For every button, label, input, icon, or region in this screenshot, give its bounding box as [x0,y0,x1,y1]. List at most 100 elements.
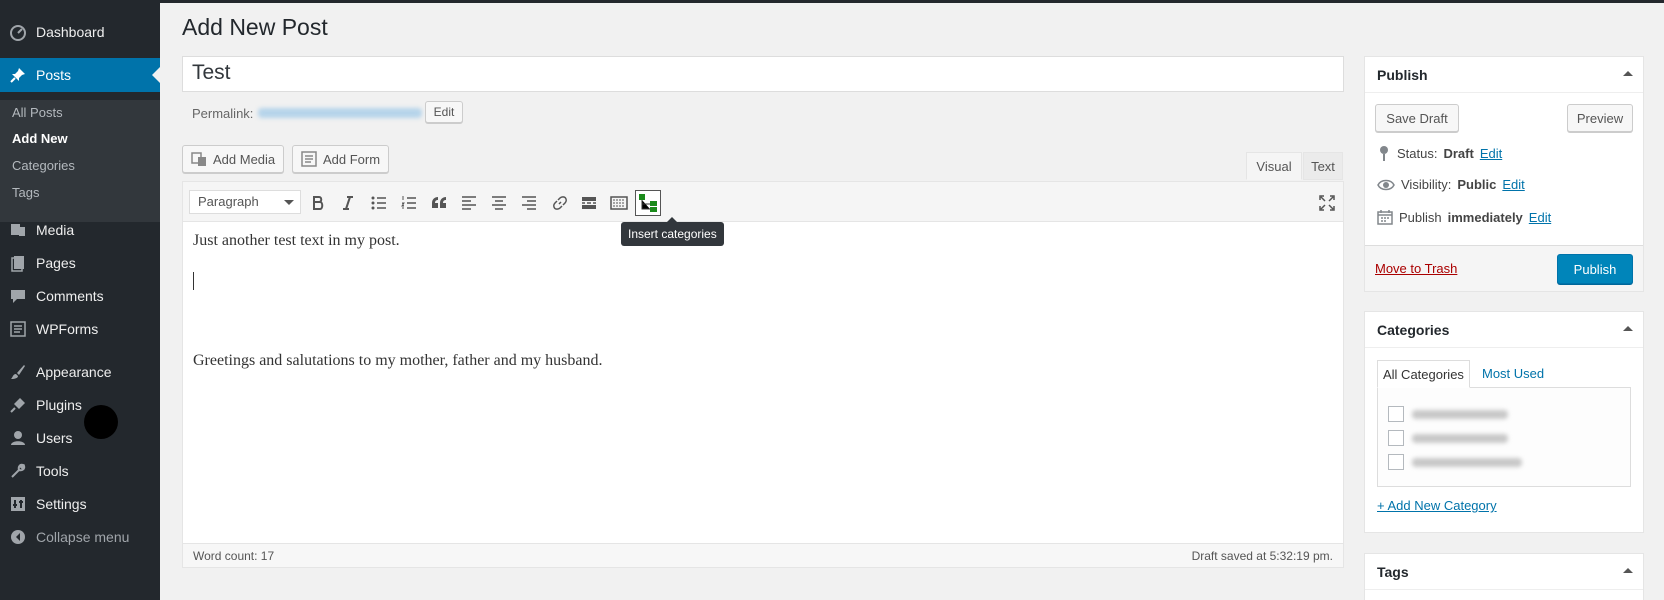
categories-box-header[interactable]: Categories [1365,312,1643,348]
collapse-arrow-icon[interactable] [1623,568,1633,573]
tab-visual[interactable]: Visual [1246,152,1302,180]
visibility-label: Visibility: [1401,177,1452,192]
sidebar-item-appearance[interactable]: Appearance [0,355,160,389]
submenu-categories[interactable]: Categories [12,158,75,173]
category-checkbox[interactable] [1388,406,1404,422]
publish-time-edit-link[interactable]: Edit [1529,210,1551,225]
collapse-icon [0,528,36,546]
preview-button[interactable]: Preview [1567,104,1633,132]
blockquote-button[interactable] [426,190,452,216]
insert-categories-tooltip: Insert categories [621,217,724,246]
read-more-button[interactable] [576,190,602,216]
submenu-all-posts[interactable]: All Posts [12,105,63,120]
content-paragraph: Greetings and salutations to my mother, … [193,352,603,369]
permalink-label: Permalink: [192,106,254,121]
categories-box-title: Categories [1377,322,1450,338]
publish-box-header[interactable]: Publish [1365,57,1643,93]
pushpin-icon [0,66,36,84]
draft-saved-status: Draft saved at 5:32:19 pm. [1191,549,1333,563]
numbered-list-button[interactable] [396,190,422,216]
post-editor: Paragraph Just another test text in my p… [182,181,1344,568]
sidebar-item-wpforms[interactable]: WPForms [0,312,160,346]
category-checkbox[interactable] [1388,454,1404,470]
bold-button[interactable] [305,190,331,216]
admin-top-bar [0,0,1664,3]
category-checklist [1377,387,1631,487]
permalink-url-link[interactable] [258,108,422,118]
post-title-input[interactable]: Test [182,56,1344,92]
category-name-redacted [1412,457,1522,467]
admin-sidebar: Dashboard Posts All Posts Add New Catego… [0,0,160,600]
category-tree-icon [639,194,657,212]
sidebar-item-pages[interactable]: Pages [0,246,160,280]
editor-status-bar: Word count: 17 Draft saved at 5:32:19 pm… [183,543,1343,567]
status-edit-link[interactable]: Edit [1480,146,1502,161]
italic-button[interactable] [335,190,361,216]
visibility-row: Visibility: Public Edit [1377,177,1525,192]
fullscreen-button[interactable] [1314,190,1340,216]
user-icon [0,429,36,447]
sidebar-item-comments[interactable]: Comments [0,279,160,313]
save-draft-button[interactable]: Save Draft [1375,104,1459,132]
sidebar-item-settings[interactable]: Settings [0,487,160,521]
sidebar-item-plugins[interactable]: Plugins [0,388,160,422]
submenu-tags[interactable]: Tags [12,185,39,200]
align-right-button[interactable] [516,190,542,216]
category-checkbox[interactable] [1388,430,1404,446]
page-title: Add New Post [182,14,328,40]
editor-toolbar: Paragraph [183,182,1343,222]
media-icon [191,151,207,167]
category-item[interactable] [1388,430,1508,446]
visibility-edit-link[interactable]: Edit [1502,177,1524,192]
sidebar-item-label: Posts [36,67,72,83]
align-left-button[interactable] [456,190,482,216]
sidebar-item-label: Comments [36,288,104,304]
submenu-add-new[interactable]: Add New [12,131,68,146]
tab-text[interactable]: Text [1303,152,1343,180]
form-icon [0,320,36,338]
form-icon [301,151,317,167]
status-label: Status: [1397,145,1438,161]
sidebar-item-posts[interactable]: Posts [0,58,160,92]
tags-box-title: Tags [1377,564,1409,580]
publish-button[interactable]: Publish [1557,254,1633,284]
toolbar-toggle-button[interactable] [606,190,632,216]
sidebar-item-label: Media [36,222,75,238]
bulleted-list-button[interactable] [366,190,392,216]
tab-most-used[interactable]: Most Used [1477,360,1549,388]
collapse-arrow-icon[interactable] [1623,71,1633,76]
sidebar-item-tools[interactable]: Tools [0,454,160,488]
collapse-menu-button[interactable]: Collapse menu [0,520,160,554]
paintbrush-icon [0,363,36,381]
add-form-button[interactable]: Add Form [292,145,390,173]
add-media-button[interactable]: Add Media [182,145,285,173]
mouse-cursor-indicator [84,405,118,439]
tab-all-categories[interactable]: All Categories [1377,360,1470,388]
insert-categories-button[interactable] [635,190,661,216]
plugin-icon [0,396,36,414]
format-select-value: Paragraph [198,194,259,209]
category-item[interactable] [1388,406,1508,422]
format-select[interactable]: Paragraph [189,190,301,214]
move-to-trash-link[interactable]: Move to Trash [1375,261,1457,276]
sidebar-item-label: Dashboard [36,24,105,40]
add-form-label: Add Form [323,151,381,167]
collapse-arrow-icon[interactable] [1623,326,1633,331]
add-new-category-link[interactable]: + Add New Category [1377,498,1497,513]
category-name-redacted [1412,409,1508,419]
publish-box-title: Publish [1377,67,1428,83]
pin-icon [1377,145,1391,161]
sidebar-item-users[interactable]: Users [0,421,160,455]
category-item[interactable] [1388,454,1522,470]
sidebar-item-label: WPForms [36,321,99,337]
posts-submenu: All Posts Add New Categories Tags [0,100,160,222]
sidebar-item-media[interactable]: Media [0,213,160,247]
comment-icon [0,287,36,305]
tags-box-header[interactable]: Tags [1365,554,1643,590]
permalink-edit-button[interactable]: Edit [425,101,463,123]
sidebar-item-dashboard[interactable]: Dashboard [0,15,160,49]
insert-link-button[interactable] [547,190,573,216]
publish-time-label: Publish [1399,209,1442,225]
align-center-button[interactable] [486,190,512,216]
sidebar-item-label: Tools [36,463,69,479]
